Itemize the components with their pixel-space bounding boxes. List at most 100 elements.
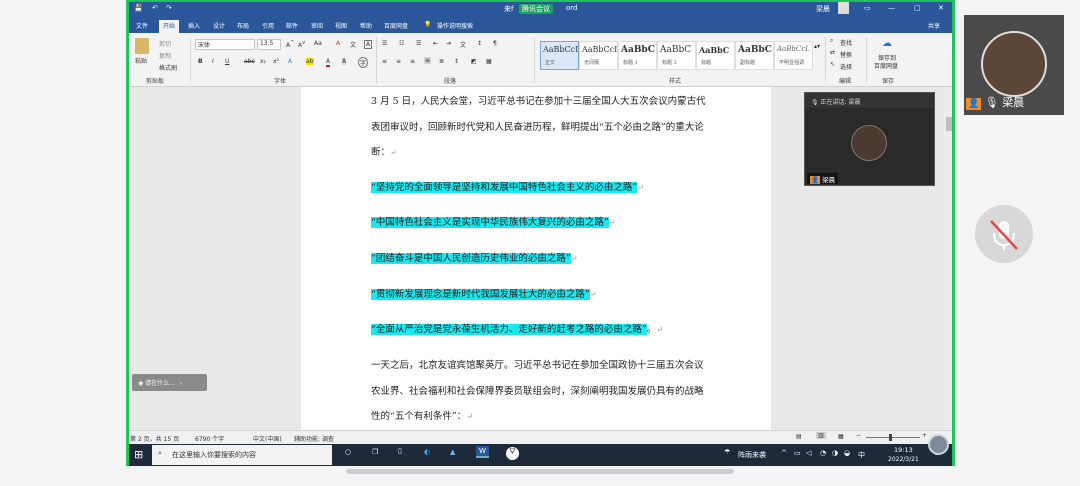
shading-icon[interactable]: ◩ [471,58,477,65]
font-color-icon[interactable]: A [326,58,331,67]
numbering-icon[interactable]: ☷ [399,40,404,47]
speaker-icon[interactable]: ◁ [806,449,811,457]
cut-button[interactable]: 剪切 [159,39,171,48]
highlight-icon[interactable]: ab [306,58,314,65]
maximize-icon[interactable]: ▢ [914,4,921,12]
text-effects-icon[interactable]: A [288,58,292,65]
underline-icon[interactable]: U [225,58,229,65]
paste-icon[interactable] [135,38,149,54]
char-shading-icon[interactable]: A [342,58,347,65]
tell-me-search[interactable]: 操作说明搜索 [437,21,473,30]
style-title[interactable]: AaBbC 标题 [696,41,735,70]
taskbar-search-box[interactable]: ⌕ 在这里输入你要搜索的内容 [152,445,332,465]
print-layout-icon[interactable]: ▥ [816,432,826,439]
subscript-icon[interactable]: x₂ [260,58,266,65]
ribbon-display-icon[interactable]: ▭ [864,4,871,12]
accessibility-status[interactable]: 辅助功能: 调查 [294,434,334,443]
tab-view[interactable]: 视图 [335,21,347,30]
distributed-icon[interactable]: ≣ [439,58,444,65]
tab-baidu-netdisk[interactable]: 百度网盘 [384,21,408,30]
close-icon[interactable]: ✕ [938,4,944,12]
baidu-cloud-icon[interactable]: ☁ [882,38,892,49]
app-photos-icon[interactable]: ▲ [450,448,455,456]
bullets-icon[interactable]: ☰ [382,40,387,47]
tray-icon-4[interactable]: ◒ [844,449,850,457]
tab-help[interactable]: 帮助 [360,21,372,30]
meeting-video-window[interactable]: 🎙 正在讲话: 梁晨 👤 梁晨 [804,92,935,186]
floating-tip[interactable]: ◉ 请在什么... › [132,374,207,391]
tab-mailings[interactable]: 邮件 [286,21,298,30]
shrink-font-icon[interactable]: Av [298,40,305,49]
clock-date[interactable]: 2022/3/21 [888,456,919,463]
style-heading-2[interactable]: AaBbC 标题 2 [657,41,696,70]
format-painter-button[interactable]: 格式刷 [159,63,177,72]
tray-icon-3[interactable]: ◑ [832,449,838,457]
tray-arrow-icon[interactable]: ^ [781,449,787,457]
tab-insert[interactable]: 插入 [188,21,200,30]
tray-icon-2[interactable]: ◔ [820,449,826,457]
side-participant-tile[interactable]: 👤 🎙 梁晨 [964,15,1064,115]
page-count[interactable]: 第 2 页，共 15 页 [130,434,179,443]
weather-icon[interactable]: ☂ [724,448,730,456]
task-view-icon[interactable]: ❐ [372,448,378,456]
replace-button[interactable]: 替换 [840,50,852,59]
show-marks-icon[interactable]: ¶ [493,40,497,47]
tab-layout[interactable]: 布局 [237,21,249,30]
font-name-select[interactable]: 宋体 [195,39,255,50]
borders-icon[interactable]: ▦ [486,58,492,65]
italic-icon[interactable]: I [212,58,214,65]
ime-indicator[interactable]: 中 [858,450,865,460]
save-netdisk-label[interactable]: 百度网盘 [874,61,898,70]
zoom-slider[interactable] [866,434,920,441]
styles-scroll-icon[interactable]: ▴▾ [814,43,820,50]
web-layout-icon[interactable]: ▦ [838,433,844,440]
tab-file[interactable]: 文件 [136,21,148,30]
windows-start-icon[interactable]: ⊞ [134,448,143,461]
align-left-icon[interactable]: ≡ [382,58,387,65]
style-subtle-emphasis[interactable]: AaBbCcL 不明显强调 [774,41,813,70]
justify-icon[interactable]: ≡ [424,57,432,64]
increase-indent-icon[interactable]: ⇥ [446,40,451,47]
tab-review[interactable]: 审阅 [311,21,323,30]
home-indicator[interactable] [346,469,734,474]
file-icon[interactable]: ▯ [398,447,402,455]
word-count[interactable]: 6790 个字 [195,434,224,443]
style-normal[interactable]: AaBbCcI 正文 [540,41,579,70]
style-no-spacing[interactable]: AaBbCcI 无间隔 [579,41,618,70]
enclose-char-icon[interactable]: 字 [358,57,369,68]
zoom-slider-thumb[interactable] [889,434,892,441]
minimize-icon[interactable]: — [888,4,895,12]
network-icon[interactable]: ▭ [794,449,801,457]
user-name[interactable]: 梁晨 [816,4,830,14]
cortana-icon[interactable]: ○ [345,448,351,456]
align-center-icon[interactable]: ≡ [396,58,401,65]
paste-button[interactable]: 粘贴 [135,56,147,65]
meeting-app-icon[interactable]: ⛛ [506,447,519,460]
change-case-icon[interactable]: Aa [314,40,322,47]
mute-button[interactable] [975,205,1033,263]
bold-icon[interactable]: B [198,58,203,65]
user-avatar-icon[interactable] [838,2,849,14]
char-border-icon[interactable]: A [364,40,373,49]
language[interactable]: 中文(中国) [253,434,282,443]
align-right-icon[interactable]: ≡ [410,58,415,65]
tab-references[interactable]: 引用 [262,21,274,30]
copy-button[interactable]: 复制 [159,51,171,60]
share-button[interactable]: 共享 [928,21,940,30]
phonetic-guide-icon[interactable]: 文 [350,40,356,49]
style-heading-1[interactable]: AaBbC 标题 1 [618,41,657,70]
clear-format-icon[interactable]: A [336,40,340,47]
chinese-layout-icon[interactable]: 文 [460,40,466,49]
clock-time[interactable]: 19:13 [894,446,913,454]
meeting-control-badge[interactable] [928,434,949,455]
edge-icon[interactable]: ◐ [424,448,430,456]
redo-icon[interactable]: ↷ [166,4,172,12]
strikethrough-icon[interactable]: abc [244,58,255,65]
tab-design[interactable]: 设计 [213,21,225,30]
read-mode-icon[interactable]: ▤ [796,433,802,440]
find-button[interactable]: 查找 [840,38,852,47]
grow-font-icon[interactable]: A^ [286,40,294,49]
sort-icon[interactable]: ↕ [477,40,482,47]
line-spacing-icon[interactable]: ↕ [454,58,459,65]
word-app-icon[interactable]: W [476,446,489,458]
